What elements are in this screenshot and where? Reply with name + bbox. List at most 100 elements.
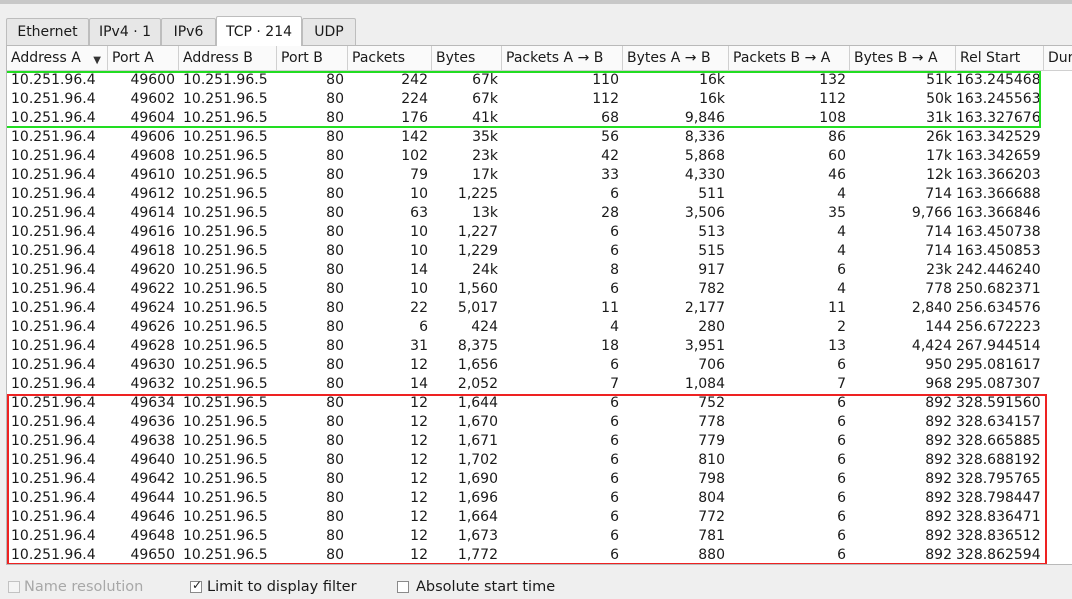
cell-packets-a-to-b: 6: [610, 490, 619, 506]
column-header-bytes-b-to-a[interactable]: Bytes B → A: [850, 46, 956, 70]
options-bar: Name resolution ✓ Limit to display filter A…: [0, 576, 1072, 599]
cell-packets: 10: [410, 186, 428, 202]
column-header-bytes[interactable]: Bytes: [432, 46, 502, 70]
cell-duration: 2: [1044, 109, 1072, 128]
conversations-table[interactable]: Address A ▼ Port A Address B Port B Packets By…: [6, 45, 1072, 565]
cell-bytes-b-to-a: 144: [925, 319, 952, 335]
cell-rel-start: 163.366688: [956, 186, 1041, 202]
column-header-duration[interactable]: Dura: [1044, 46, 1072, 70]
column-header-address-a[interactable]: Address A ▼: [7, 46, 108, 70]
cell-packets-a-to-b: 6: [610, 224, 619, 240]
cell-packets: 14: [410, 262, 428, 278]
cell-bytes-a-to-b: 804: [698, 490, 725, 506]
table-row[interactable]: 10.251.96.4 49622 10.251.96.5 80 10 1,560 6 782…: [7, 280, 1072, 299]
column-header-address-b[interactable]: Address B: [179, 46, 277, 70]
column-header-packets-b-to-a[interactable]: Packets B → A: [729, 46, 850, 70]
cell-port-b: 80: [326, 319, 344, 335]
table-row[interactable]: 10.251.96.4 49632 10.251.96.5 80 14 2,052 7 1,0…: [7, 375, 1072, 394]
cell-bytes: 2,052: [457, 376, 498, 392]
cell-duration: 0: [1044, 356, 1072, 375]
cell-rel-start: 328.798447: [956, 490, 1041, 506]
cell-packets: 12: [410, 547, 428, 563]
cell-address-a: 10.251.96.4: [11, 129, 96, 145]
cell-address-b: 10.251.96.5: [183, 395, 268, 411]
table-row[interactable]: 10.251.96.4 49620 10.251.96.5 80 14 24k 8 917 6 2…: [7, 261, 1072, 280]
cell-packets-a-to-b: 6: [610, 357, 619, 373]
cell-packets: 12: [410, 433, 428, 449]
table-row[interactable]: 10.251.96.4 49624 10.251.96.5 80 22 5,017 11 2,…: [7, 299, 1072, 318]
column-header-packets[interactable]: Packets: [348, 46, 432, 70]
cell-address-b: 10.251.96.5: [183, 281, 268, 297]
table-row[interactable]: 10.251.96.4 49618 10.251.96.5 80 10 1,229 6 515…: [7, 242, 1072, 261]
table-row[interactable]: 10.251.96.4 49646 10.251.96.5 80 12 1,664 6 772…: [7, 508, 1072, 527]
column-header-port-a[interactable]: Port A: [108, 46, 179, 70]
cell-packets-b-to-a: 6: [837, 452, 846, 468]
table-row[interactable]: 10.251.96.4 49636 10.251.96.5 80 12 1,670 6 778…: [7, 413, 1072, 432]
cell-address-a: 10.251.96.4: [11, 167, 96, 183]
table-row[interactable]: 10.251.96.4 49612 10.251.96.5 80 10 1,225 6 511…: [7, 185, 1072, 204]
cell-duration: 0: [1044, 546, 1072, 564]
cell-packets: 12: [410, 395, 428, 411]
cell-packets: 242: [401, 72, 428, 88]
cell-address-b: 10.251.96.5: [183, 376, 268, 392]
column-header-packets-a-to-b[interactable]: Packets A → B: [502, 46, 623, 70]
cell-packets-a-to-b: 6: [610, 186, 619, 202]
cell-duration: 2: [1044, 204, 1072, 223]
table-row[interactable]: 10.251.96.4 49604 10.251.96.5 80 176 41k 68 9,8…: [7, 109, 1072, 128]
cell-bytes-b-to-a: 892: [925, 433, 952, 449]
table-row[interactable]: 10.251.96.4 49630 10.251.96.5 80 12 1,656 6 706…: [7, 356, 1072, 375]
tab-ipv4[interactable]: IPv4 · 1: [89, 18, 161, 45]
cell-port-a: 49620: [130, 262, 175, 278]
table-row[interactable]: 10.251.96.4 49614 10.251.96.5 80 63 13k 28 3,50…: [7, 204, 1072, 223]
table-row[interactable]: 10.251.96.4 49640 10.251.96.5 80 12 1,702 6 810…: [7, 451, 1072, 470]
table-row[interactable]: 10.251.96.4 49644 10.251.96.5 80 12 1,696 6 804…: [7, 489, 1072, 508]
table-row[interactable]: 10.251.96.4 49642 10.251.96.5 80 12 1,690 6 798…: [7, 470, 1072, 489]
cell-packets: 12: [410, 490, 428, 506]
table-row[interactable]: 10.251.96.4 49634 10.251.96.5 80 12 1,644 6 752…: [7, 394, 1072, 413]
table-row[interactable]: 10.251.96.4 49608 10.251.96.5 80 102 23k 42 5,8…: [7, 147, 1072, 166]
table-row[interactable]: 10.251.96.4 49616 10.251.96.5 80 10 1,227 6 513…: [7, 223, 1072, 242]
cell-port-a: 49632: [130, 376, 175, 392]
cell-address-a: 10.251.96.4: [11, 262, 96, 278]
cell-address-a: 10.251.96.4: [11, 205, 96, 221]
cell-port-a: 49630: [130, 357, 175, 373]
table-row[interactable]: 10.251.96.4 49610 10.251.96.5 80 79 17k 33 4,33…: [7, 166, 1072, 185]
table-row[interactable]: 10.251.96.4 49628 10.251.96.5 80 31 8,375 18 3,…: [7, 337, 1072, 356]
cell-bytes-a-to-b: 810: [698, 452, 725, 468]
table-row[interactable]: 10.251.96.4 49600 10.251.96.5 80 242 67k 110 16…: [7, 71, 1072, 90]
cell-port-b: 80: [326, 224, 344, 240]
checkbox-box[interactable]: ✓: [190, 578, 202, 593]
table-row[interactable]: 10.251.96.4 49602 10.251.96.5 80 224 67k 112 16…: [7, 90, 1072, 109]
column-header-port-b[interactable]: Port B: [277, 46, 348, 70]
cell-bytes-a-to-b: 3,506: [684, 205, 725, 221]
checkbox-label: Absolute start time: [416, 579, 556, 595]
table-row[interactable]: 10.251.96.4 49626 10.251.96.5 80 6 424 4 280 2 14…: [7, 318, 1072, 337]
column-header-label: Bytes B → A: [854, 50, 938, 66]
cell-packets: 6: [419, 319, 428, 335]
tab-tcp[interactable]: TCP · 214: [216, 16, 302, 46]
table-row[interactable]: 10.251.96.4 49648 10.251.96.5 80 12 1,673 6 781…: [7, 527, 1072, 546]
cell-duration: 2: [1044, 147, 1072, 166]
cell-port-b: 80: [326, 357, 344, 373]
cell-packets-b-to-a: 6: [837, 509, 846, 525]
column-header-bytes-a-to-b[interactable]: Bytes A → B: [623, 46, 729, 70]
table-row[interactable]: 10.251.96.4 49606 10.251.96.5 80 142 35k 56 8,3…: [7, 128, 1072, 147]
tab-ethernet[interactable]: Ethernet: [6, 18, 89, 45]
table-row[interactable]: 10.251.96.4 49638 10.251.96.5 80 12 1,671 6 779…: [7, 432, 1072, 451]
cell-packets-b-to-a: 4: [837, 281, 846, 297]
cell-packets-b-to-a: 6: [837, 262, 846, 278]
cell-bytes-a-to-b: 511: [698, 186, 725, 202]
cell-bytes-a-to-b: 752: [698, 395, 725, 411]
window-top-border: [0, 0, 1072, 4]
cell-duration: 0: [1044, 432, 1072, 451]
column-header-label: Address A: [11, 50, 81, 66]
tab-ipv6[interactable]: IPv6: [161, 18, 216, 45]
checkbox-box[interactable]: [397, 581, 409, 593]
cell-port-a: 49638: [130, 433, 175, 449]
column-header-rel-start[interactable]: Rel Start: [956, 46, 1044, 70]
cell-rel-start: 328.795765: [956, 471, 1041, 487]
cell-packets: 14: [410, 376, 428, 392]
table-row[interactable]: 10.251.96.4 49650 10.251.96.5 80 12 1,772 6 880…: [7, 546, 1072, 564]
tab-udp[interactable]: UDP: [302, 18, 356, 45]
cell-duration: 5: [1044, 261, 1072, 280]
